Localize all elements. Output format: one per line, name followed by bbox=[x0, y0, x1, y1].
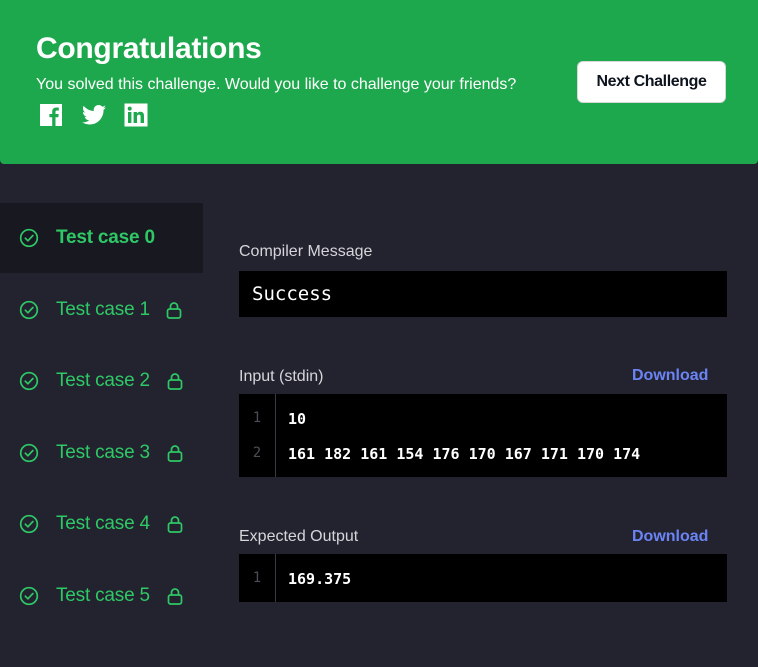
expected-download-link[interactable]: Download bbox=[632, 528, 708, 546]
check-circle-icon bbox=[19, 443, 39, 463]
next-challenge-button[interactable]: Next Challenge bbox=[577, 61, 726, 103]
twitter-icon[interactable] bbox=[82, 103, 106, 127]
test-case-label: Test case 0 bbox=[56, 227, 155, 248]
facebook-icon[interactable] bbox=[39, 103, 63, 127]
linkedin-icon[interactable] bbox=[124, 103, 148, 127]
lock-icon bbox=[167, 588, 183, 605]
test-case-label: Test case 2 bbox=[56, 370, 150, 391]
input-download-link[interactable]: Download bbox=[632, 367, 708, 385]
check-circle-icon bbox=[19, 228, 39, 248]
banner-subtitle: You solved this challenge. Would you lik… bbox=[36, 76, 517, 93]
tab-test-case-2[interactable]: Test case 2 bbox=[0, 346, 203, 416]
success-banner: Congratulations You solved this challeng… bbox=[0, 0, 758, 164]
expected-output-label: Expected Output bbox=[239, 528, 359, 545]
check-circle-icon bbox=[19, 514, 39, 534]
lock-icon bbox=[167, 445, 183, 462]
compiler-message-box: Success bbox=[239, 271, 727, 317]
line-number: 1 bbox=[252, 410, 262, 426]
tab-test-case-1[interactable]: Test case 1 bbox=[0, 275, 203, 345]
tab-test-case-3[interactable]: Test case 3 bbox=[0, 418, 203, 488]
code-line: 10 bbox=[288, 410, 307, 428]
code-line: 161 182 161 154 176 170 167 171 170 174 bbox=[288, 445, 641, 463]
tab-test-case-0[interactable]: Test case 0 bbox=[0, 203, 203, 273]
line-gutter bbox=[275, 394, 276, 477]
tab-test-case-5[interactable]: Test case 5 bbox=[0, 561, 203, 631]
test-case-label: Test case 4 bbox=[56, 513, 150, 534]
test-case-label: Test case 5 bbox=[56, 585, 150, 606]
line-number: 1 bbox=[252, 570, 262, 586]
input-label: Input (stdin) bbox=[239, 368, 324, 385]
check-circle-icon bbox=[19, 300, 39, 320]
line-gutter bbox=[275, 554, 276, 602]
line-number: 2 bbox=[252, 445, 262, 461]
banner-title: Congratulations bbox=[36, 32, 262, 65]
check-circle-icon bbox=[19, 371, 39, 391]
check-circle-icon bbox=[19, 586, 39, 606]
lock-icon bbox=[167, 373, 183, 390]
lock-icon bbox=[167, 516, 183, 533]
input-code-box: 1 10 2 161 182 161 154 176 170 167 171 1… bbox=[239, 394, 727, 477]
expected-code-box: 1 169.375 bbox=[239, 554, 727, 602]
tab-test-case-4[interactable]: Test case 4 bbox=[0, 489, 203, 559]
test-case-label: Test case 1 bbox=[56, 299, 150, 320]
lock-icon bbox=[166, 302, 182, 319]
compiler-message-label: Compiler Message bbox=[239, 243, 373, 260]
code-line: 169.375 bbox=[288, 570, 352, 588]
test-case-label: Test case 3 bbox=[56, 442, 150, 463]
